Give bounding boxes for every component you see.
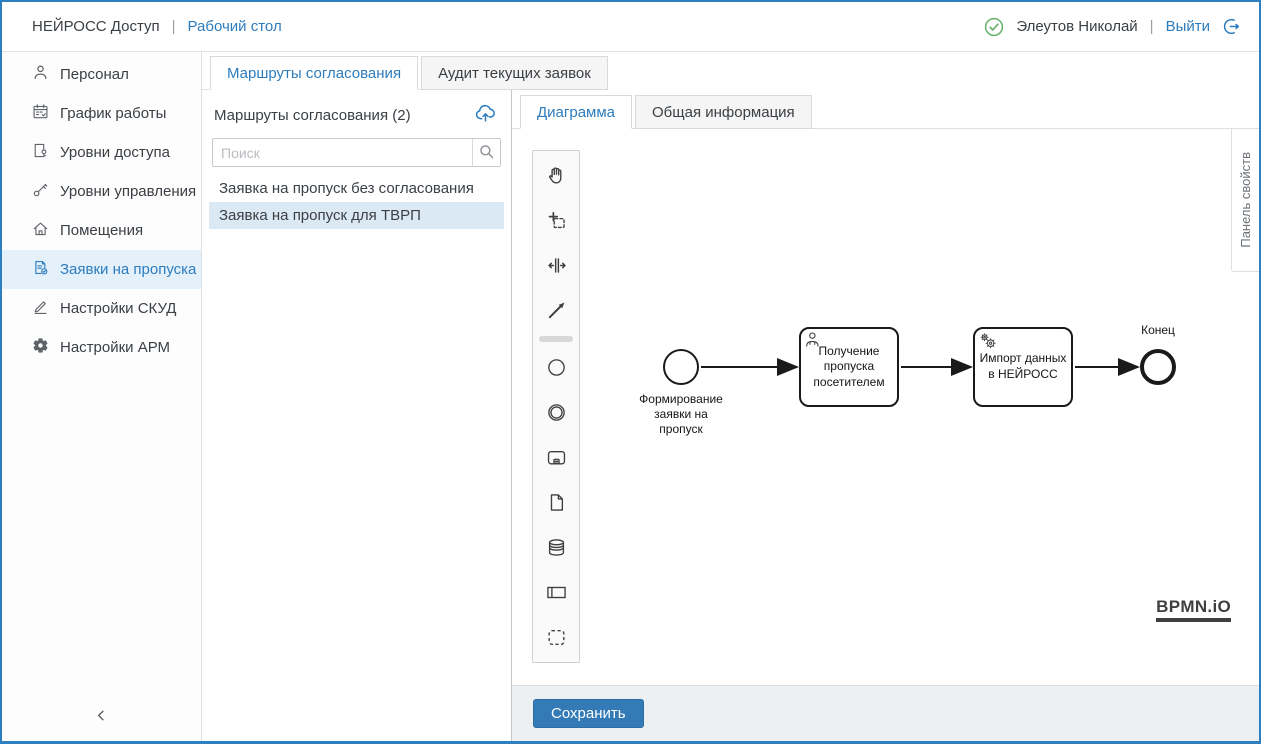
user-name: Элеутов Николай — [1016, 18, 1137, 35]
search-input[interactable] — [213, 139, 472, 166]
search-button[interactable] — [472, 139, 500, 166]
sidebar-item-premises[interactable]: Помещения — [2, 211, 201, 250]
module-tab-bar: Маршруты согласования Аудит текущих заяв… — [202, 52, 1259, 90]
pencil-icon — [32, 298, 49, 319]
routes-panel-header: Маршруты согласования (2) — [212, 100, 501, 128]
person-icon — [32, 64, 49, 85]
sidebar-item-label: Персонал — [60, 66, 129, 83]
sidebar-item-work-schedule[interactable]: График работы — [2, 94, 201, 133]
tab-approval-routes[interactable]: Маршруты согласования — [210, 56, 418, 90]
app-body: Персонал График работы — [2, 52, 1259, 741]
cloud-upload-icon — [474, 102, 497, 128]
task-label: Импорт данных в НЕЙРОСС — [978, 351, 1068, 382]
upload-route-button[interactable] — [474, 102, 497, 128]
diagram-tab-bar: Диаграмма Общая информация — [512, 89, 1259, 129]
header-left: НЕЙРОСС Доступ | Рабочий стол — [32, 18, 282, 35]
tab-current-requests-audit[interactable]: Аудит текущих заявок — [421, 56, 608, 90]
routes-search — [212, 138, 501, 167]
start-event-shape[interactable] — [663, 349, 699, 385]
key-icon — [32, 181, 49, 202]
sidebar-item-label: Помещения — [60, 222, 143, 239]
sidebar-item-access-levels[interactable]: Уровни доступа — [2, 133, 201, 172]
list-item[interactable]: Заявка на пропуск без согласования — [209, 175, 504, 202]
user-task-icon — [805, 332, 821, 352]
tab-diagram[interactable]: Диаграмма — [520, 95, 632, 129]
chevron-left-icon — [94, 708, 109, 728]
main-area: Диаграмма Общая информация Панель свойст… — [512, 89, 1259, 741]
sidebar: Персонал График работы — [2, 52, 202, 741]
gear-icon — [32, 337, 49, 358]
sidebar-item-label: График работы — [60, 105, 166, 122]
calendar-icon — [32, 103, 49, 124]
sidebar-item-label: Настройки СКУД — [60, 300, 176, 317]
routes-panel-title: Маршруты согласования (2) — [214, 107, 411, 124]
footer-bar: Сохранить — [512, 685, 1259, 741]
sidebar-item-acs-settings[interactable]: Настройки СКУД — [2, 289, 201, 328]
service-task-icon — [979, 332, 997, 355]
home-icon — [32, 220, 49, 241]
sidebar-item-label: Заявки на пропуска — [60, 261, 196, 278]
end-event-shape[interactable] — [1140, 349, 1176, 385]
app-title: НЕЙРОСС Доступ — [32, 18, 160, 35]
bpmn-canvas[interactable]: Панель свойств — [512, 128, 1259, 685]
app-window: НЕЙРОСС Доступ | Рабочий стол Элеутов Ни… — [0, 0, 1261, 744]
header-divider: | — [172, 18, 176, 35]
sidebar-item-label: Настройки АРМ — [60, 339, 170, 356]
panels-row: Маршруты согласования (2) — [202, 89, 1259, 741]
start-event-label: Формирование заявки на пропуск — [633, 392, 729, 437]
access-card-icon — [32, 142, 49, 163]
routes-panel: Маршруты согласования (2) — [202, 89, 512, 741]
header-right: Элеутов Николай | Выйти — [984, 17, 1241, 37]
sidebar-item-pass-requests[interactable]: Заявки на пропуска — [2, 250, 201, 289]
user-task-shape[interactable]: Получение пропуска посетителем — [799, 327, 899, 407]
check-circle-icon — [984, 17, 1004, 37]
service-task-shape[interactable]: Импорт данных в НЕЙРОСС — [973, 327, 1073, 407]
header-divider-2: | — [1150, 18, 1154, 35]
logout-link[interactable]: Выйти — [1166, 18, 1210, 35]
sidebar-item-label: Уровни управления — [60, 183, 196, 200]
desktop-link[interactable]: Рабочий стол — [188, 18, 282, 35]
bpmn-io-logo[interactable]: BPMN.iO — [1156, 597, 1231, 622]
end-event-label: Конец — [1108, 323, 1208, 338]
sidebar-item-label: Уровни доступа — [60, 144, 170, 161]
pass-request-icon — [32, 259, 49, 280]
routes-list: Заявка на пропуск без согласования Заявк… — [209, 175, 504, 229]
list-item[interactable]: Заявка на пропуск для ТВРП — [209, 202, 504, 229]
sidebar-item-workstation-settings[interactable]: Настройки АРМ — [2, 328, 201, 367]
sidebar-item-personnel[interactable]: Персонал — [2, 55, 201, 94]
sidebar-nav: Персонал График работы — [2, 55, 201, 367]
logout-icon[interactable] — [1222, 17, 1241, 36]
top-header: НЕЙРОСС Доступ | Рабочий стол Элеутов Ни… — [2, 2, 1259, 52]
tab-general-info[interactable]: Общая информация — [635, 95, 812, 129]
save-button[interactable]: Сохранить — [533, 699, 644, 728]
magnifier-icon — [478, 143, 495, 163]
sidebar-item-control-levels[interactable]: Уровни управления — [2, 172, 201, 211]
sidebar-collapse-button[interactable] — [2, 695, 201, 741]
content-area: Маршруты согласования Аудит текущих заяв… — [202, 52, 1259, 741]
